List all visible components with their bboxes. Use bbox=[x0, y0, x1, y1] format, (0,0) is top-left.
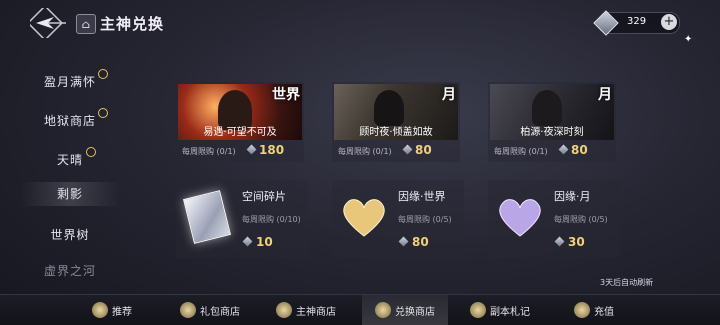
sidebar-item-3[interactable]: 剩影 bbox=[20, 182, 120, 206]
sidebar-item-5[interactable]: 虚界之河 bbox=[20, 262, 120, 279]
price: 30 bbox=[568, 235, 585, 249]
card-tag: 月 bbox=[442, 87, 456, 103]
sparkle-icon: ✦ bbox=[684, 34, 693, 45]
exchange-icon bbox=[375, 302, 391, 318]
sidebar-item-label: 剩影 bbox=[56, 187, 83, 201]
add-currency-button[interactable]: + bbox=[661, 14, 677, 30]
clock-icon bbox=[98, 69, 108, 79]
nav-label: 主神商店 bbox=[296, 306, 336, 318]
home-icon: ⌂ bbox=[81, 17, 91, 31]
shop-card[interactable]: 世界 易遇·可望不可及 每周限购 (0/1) 180 bbox=[176, 82, 304, 162]
price: 180 bbox=[259, 143, 285, 157]
sidebar-item-label: 盈月满怀 bbox=[43, 75, 96, 89]
card-tag: 月 bbox=[598, 87, 612, 103]
notes-icon bbox=[470, 302, 486, 318]
card-name: 柏源·夜深时刻 bbox=[520, 127, 584, 138]
shop-card[interactable]: 月 顾时夜·倾盖如故 每周限购 (0/1) 80 bbox=[332, 82, 460, 162]
shop-card[interactable]: 月 柏源·夜深时刻 每周限购 (0/1) 80 bbox=[488, 82, 616, 162]
gem-icon bbox=[558, 144, 569, 155]
shop-item[interactable]: 因缘·月 每周限购 (0/5) 30 bbox=[488, 180, 620, 258]
sidebar-item-2[interactable]: 天晴 bbox=[20, 147, 120, 168]
nav-label: 副本札记 bbox=[490, 306, 530, 318]
card-tag: 世界 bbox=[272, 87, 300, 103]
gem-icon bbox=[402, 144, 413, 155]
nav-label: 推荐 bbox=[112, 306, 132, 318]
currency-display: 329 + bbox=[593, 10, 680, 36]
sidebar-item-4[interactable]: 世界树 bbox=[20, 226, 120, 243]
nav-gift-shop[interactable]: 礼包商店 bbox=[180, 295, 240, 325]
sidebar-item-label: 世界树 bbox=[50, 228, 90, 242]
sidebar-item-label: 地狱商店 bbox=[43, 114, 96, 128]
price: 80 bbox=[415, 143, 432, 157]
sidebar-item-label: 天晴 bbox=[56, 153, 83, 167]
back-button[interactable] bbox=[26, 4, 68, 42]
space-fragment-icon bbox=[183, 190, 231, 244]
page-title: 主神兑换 bbox=[100, 15, 165, 33]
item-name: 空间碎片 bbox=[242, 190, 286, 203]
clock-icon bbox=[98, 108, 108, 118]
bottom-nav: 推荐 礼包商店 主神商店 兑换商店 副本札记 充值 bbox=[0, 294, 720, 325]
sidebar-item-0[interactable]: 盈月满怀 bbox=[20, 69, 120, 90]
gem-icon bbox=[593, 10, 619, 36]
card-name: 易遇·可望不可及 bbox=[203, 127, 277, 138]
recommend-icon bbox=[92, 302, 108, 318]
gem-icon bbox=[554, 236, 565, 247]
price: 10 bbox=[256, 235, 273, 249]
purchase-limit: 每周限购 (0/5) bbox=[398, 215, 452, 224]
nav-main-god-shop[interactable]: 主神商店 bbox=[276, 295, 336, 325]
gift-icon bbox=[180, 302, 196, 318]
price: 80 bbox=[412, 235, 429, 249]
recharge-icon bbox=[574, 302, 590, 318]
gem-icon bbox=[242, 236, 253, 247]
shop-item[interactable]: 空间碎片 每周限购 (0/10) 10 bbox=[176, 180, 308, 258]
nav-label: 充值 bbox=[594, 306, 614, 318]
nav-exchange-shop[interactable]: 兑换商店 bbox=[362, 295, 448, 325]
home-button[interactable]: ⌂ bbox=[76, 14, 96, 34]
nav-label: 兑换商店 bbox=[395, 306, 435, 318]
item-name: 因缘·月 bbox=[554, 190, 591, 203]
gem-icon bbox=[246, 144, 257, 155]
gem-icon bbox=[398, 236, 409, 247]
purchase-limit: 每周限购 (0/1) bbox=[182, 147, 236, 156]
sidebar-item-1[interactable]: 地狱商店 bbox=[20, 108, 120, 129]
price: 80 bbox=[571, 143, 588, 157]
sidebar-item-label: 虚界之河 bbox=[43, 264, 96, 278]
purple-heart-icon bbox=[494, 190, 546, 242]
card-name: 顾时夜·倾盖如故 bbox=[359, 127, 433, 138]
gold-heart-icon bbox=[338, 190, 390, 242]
nav-dungeon-notes[interactable]: 副本札记 bbox=[470, 295, 530, 325]
clock-icon bbox=[86, 147, 96, 157]
back-icon bbox=[26, 4, 66, 42]
shop-item[interactable]: 因缘·世界 每周限购 (0/5) 80 bbox=[332, 180, 464, 258]
nav-recommend[interactable]: 推荐 bbox=[92, 295, 132, 325]
refresh-note: 3天后自动刷新 bbox=[600, 278, 654, 287]
item-name: 因缘·世界 bbox=[398, 190, 446, 203]
purchase-limit: 每周限购 (0/1) bbox=[494, 147, 548, 156]
nav-label: 礼包商店 bbox=[200, 306, 240, 318]
purchase-limit: 每周限购 (0/1) bbox=[338, 147, 392, 156]
currency-amount: 329 bbox=[627, 16, 647, 27]
main-god-icon bbox=[276, 302, 292, 318]
purchase-limit: 每周限购 (0/10) bbox=[242, 215, 301, 224]
purchase-limit: 每周限购 (0/5) bbox=[554, 215, 608, 224]
nav-recharge[interactable]: 充值 bbox=[574, 295, 614, 325]
